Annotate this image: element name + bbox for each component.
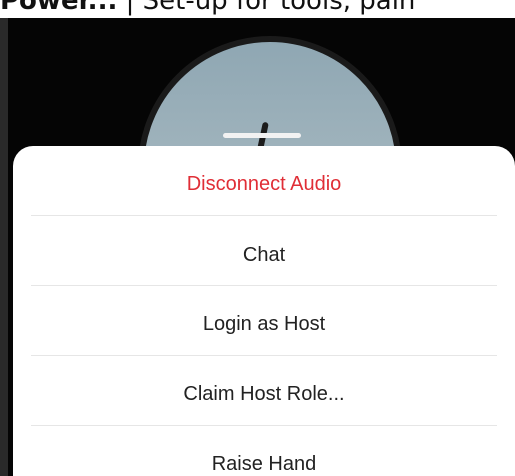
menu-divider xyxy=(31,355,497,356)
menu-divider xyxy=(31,425,497,426)
action-bottom-sheet: Disconnect Audio Chat Login as Host Clai… xyxy=(13,146,515,476)
left-edge-strip xyxy=(0,18,8,476)
raise-hand-button[interactable]: Raise Hand xyxy=(13,429,515,476)
login-as-host-button[interactable]: Login as Host xyxy=(13,289,515,359)
cropped-caption: Power... | Set-up for tools, pain xyxy=(0,0,515,18)
menu-divider xyxy=(31,215,497,216)
sheet-drag-handle[interactable] xyxy=(223,133,301,138)
caption-rest-text: | Set-up for tools, pain xyxy=(125,0,416,16)
disconnect-audio-button[interactable]: Disconnect Audio xyxy=(13,149,515,219)
screen: Power... | Set-up for tools, pain Discon… xyxy=(0,0,515,476)
chat-button[interactable]: Chat xyxy=(13,220,515,290)
caption-bold-text: Power... xyxy=(0,0,118,16)
menu-divider xyxy=(31,285,497,286)
claim-host-role-button[interactable]: Claim Host Role... xyxy=(13,359,515,429)
